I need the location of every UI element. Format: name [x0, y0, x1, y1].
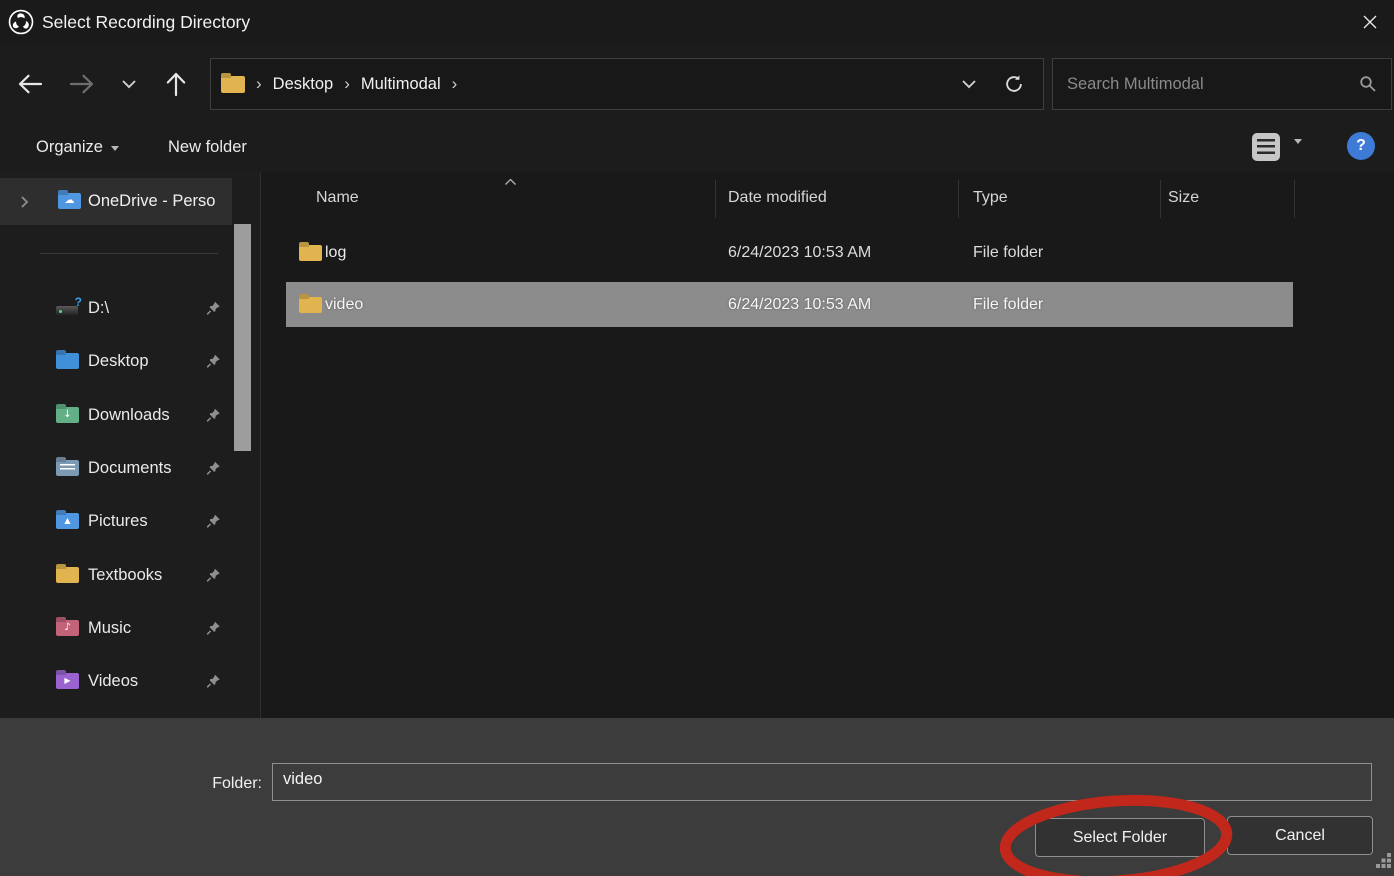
sidebar-item-label: D:\ — [88, 288, 109, 328]
sidebar-item-videos[interactable]: ▶ Videos — [0, 661, 232, 701]
file-type: File folder — [973, 282, 1043, 327]
file-date-modified: 6/24/2023 10:53 AM — [728, 282, 871, 327]
sidebar-item-label: Downloads — [88, 395, 170, 435]
pictures-folder-icon: ▲ — [56, 513, 79, 529]
select-folder-button[interactable]: Select Folder — [1035, 818, 1205, 857]
sidebar-item-textbooks[interactable]: Textbooks — [0, 555, 232, 595]
obs-logo-icon — [8, 9, 34, 35]
current-folder-icon — [221, 76, 245, 93]
chevron-down-icon — [111, 146, 119, 151]
pin-icon — [206, 674, 221, 689]
textbooks-folder-icon — [56, 567, 79, 583]
new-folder-label: New folder — [168, 138, 247, 157]
sidebar-item-label: Videos — [88, 661, 138, 701]
sidebar-item-downloads[interactable]: ↓ Downloads — [0, 395, 232, 435]
sidebar-item-label: Pictures — [88, 501, 148, 541]
sidebar-divider — [40, 253, 218, 254]
column-header-size[interactable]: Size — [1168, 176, 1199, 220]
search-icon — [1359, 75, 1377, 93]
search-box — [1052, 58, 1392, 110]
pin-icon — [206, 621, 221, 636]
sidebar-scrollbar[interactable] — [234, 224, 251, 451]
sidebar-item-music[interactable]: ♪ Music — [0, 608, 232, 648]
column-divider — [715, 180, 716, 218]
window-title: Select Recording Directory — [42, 0, 250, 44]
column-divider — [1294, 180, 1295, 218]
new-folder-button[interactable]: New folder — [162, 122, 253, 172]
file-row-video-selected[interactable]: video 6/24/2023 10:53 AM File folder — [261, 282, 1394, 327]
breadcrumb-chevron-icon: › — [256, 74, 262, 94]
sidebar-item-desktop[interactable]: Desktop — [0, 341, 232, 381]
onedrive-folder-icon: ☁ — [58, 193, 81, 209]
breadcrumb-chevron-icon: › — [344, 74, 350, 94]
sidebar-item-label: OneDrive - Perso — [88, 178, 232, 225]
downloads-folder-icon: ↓ — [56, 407, 79, 423]
breadcrumb-segment-multimodal[interactable]: Multimodal — [361, 75, 441, 94]
view-dropdown-chevron-icon[interactable] — [1294, 144, 1302, 159]
folder-icon — [299, 297, 322, 313]
sidebar-item-documents[interactable]: Documents — [0, 448, 232, 488]
breadcrumb-segment-desktop[interactable]: Desktop — [273, 75, 334, 94]
toolbar: Organize New folder ? — [0, 122, 1394, 172]
folder-label: Folder: — [150, 770, 262, 798]
sidebar: ☁ OneDrive - Perso ? D:\ Desktop ↓ Downl… — [0, 172, 260, 718]
recent-locations-chevron-icon[interactable] — [111, 66, 147, 102]
footer: Folder: Select Folder Cancel — [0, 718, 1394, 876]
organize-button[interactable]: Organize — [30, 122, 125, 172]
details-view-icon — [1257, 139, 1275, 155]
pin-icon — [206, 461, 221, 476]
organize-label: Organize — [36, 138, 103, 157]
select-recording-directory-dialog: Select Recording Directory › Desktop › M… — [0, 0, 1394, 876]
drive-icon: ? — [56, 299, 82, 317]
file-date-modified: 6/24/2023 10:53 AM — [728, 229, 871, 277]
pin-icon — [206, 568, 221, 583]
change-view-button[interactable] — [1252, 133, 1280, 161]
sidebar-item-label: Music — [88, 608, 131, 648]
column-divider — [958, 180, 959, 218]
file-type: File folder — [973, 229, 1043, 277]
file-row-log[interactable]: log 6/24/2023 10:53 AM File folder — [261, 229, 1394, 277]
folder-icon — [299, 245, 322, 261]
breadcrumb-chevron-icon: › — [452, 74, 458, 94]
file-list: Name Date modified Type Size log 6/24/20… — [260, 172, 1394, 718]
pin-icon — [206, 354, 221, 369]
sidebar-item-label: Textbooks — [88, 555, 162, 595]
column-header-name[interactable]: Name — [316, 176, 359, 220]
close-icon[interactable] — [1346, 0, 1394, 44]
desktop-folder-icon — [56, 353, 79, 369]
expand-chevron-icon[interactable] — [20, 195, 29, 214]
column-header-type[interactable]: Type — [973, 176, 1008, 220]
file-name: log — [325, 229, 346, 277]
pin-icon — [206, 514, 221, 529]
sidebar-item-onedrive[interactable]: ☁ OneDrive - Perso — [0, 178, 232, 225]
column-divider — [1160, 180, 1161, 218]
pin-icon — [206, 301, 221, 316]
resize-grip-icon[interactable] — [1375, 852, 1392, 874]
refresh-icon[interactable] — [1003, 73, 1025, 95]
back-icon[interactable] — [12, 66, 48, 102]
documents-folder-icon — [56, 460, 79, 476]
help-button[interactable]: ? — [1347, 132, 1375, 160]
content-area: ☁ OneDrive - Perso ? D:\ Desktop ↓ Downl… — [0, 172, 1394, 718]
navigation-bar: › Desktop › Multimodal › — [0, 44, 1394, 122]
music-folder-icon: ♪ — [56, 620, 79, 636]
file-name: video — [325, 282, 363, 327]
sidebar-item-label: Desktop — [88, 341, 149, 381]
sidebar-item-d-drive[interactable]: ? D:\ — [0, 288, 232, 328]
forward-icon[interactable] — [64, 66, 100, 102]
videos-folder-icon: ▶ — [56, 673, 79, 689]
title-bar: Select Recording Directory — [0, 0, 1394, 44]
cancel-button[interactable]: Cancel — [1227, 816, 1373, 855]
address-dropdown-chevron-icon[interactable] — [961, 79, 977, 89]
search-input[interactable] — [1053, 75, 1359, 94]
sidebar-item-label: Documents — [88, 448, 171, 488]
up-icon[interactable] — [158, 66, 194, 102]
pin-icon — [206, 408, 221, 423]
sort-ascending-icon — [504, 173, 517, 191]
address-bar[interactable]: › Desktop › Multimodal › — [210, 58, 1044, 110]
sidebar-item-pictures[interactable]: ▲ Pictures — [0, 501, 232, 541]
folder-name-input[interactable] — [272, 763, 1372, 801]
column-header-date-modified[interactable]: Date modified — [728, 176, 827, 220]
